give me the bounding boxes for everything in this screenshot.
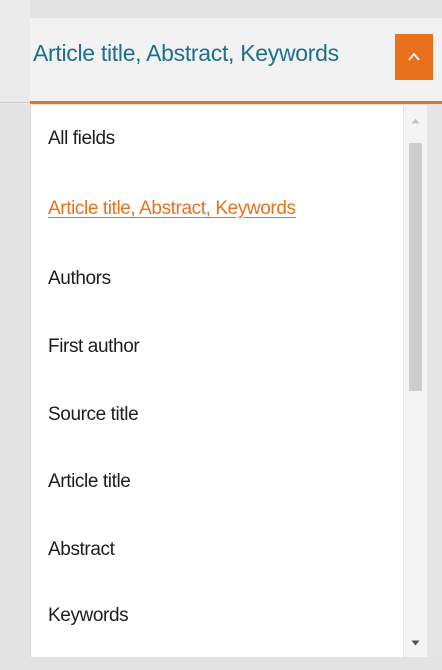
scroll-up-arrow-icon[interactable] (404, 111, 427, 131)
background-panel-right (427, 105, 442, 657)
search-field-select[interactable]: Article title, Abstract, Keywords (30, 18, 442, 104)
divider (0, 102, 30, 103)
search-field-value: Article title, Abstract, Keywords (33, 40, 339, 66)
scrollbar-thumb[interactable] (409, 143, 422, 391)
option-article-title[interactable]: Article title (48, 471, 131, 493)
background-panel (0, 0, 30, 104)
option-all-fields[interactable]: All fields (48, 128, 115, 150)
search-field-listbox[interactable]: All fields Article title, Abstract, Keyw… (30, 105, 427, 657)
option-first-author[interactable]: First author (48, 336, 140, 358)
option-article-title-abstract-keywords[interactable]: Article title, Abstract, Keywords (48, 198, 296, 220)
listbox-scrollbar[interactable] (403, 105, 427, 657)
option-keywords[interactable]: Keywords (48, 605, 129, 627)
chevron-up-icon (407, 52, 421, 62)
option-authors[interactable]: Authors (48, 268, 111, 290)
option-abstract[interactable]: Abstract (48, 539, 115, 561)
option-source-title[interactable]: Source title (48, 404, 139, 426)
background-panel-bottom (0, 657, 442, 670)
scroll-down-arrow-icon[interactable] (404, 633, 427, 653)
dropdown-toggle-button[interactable] (395, 34, 433, 80)
